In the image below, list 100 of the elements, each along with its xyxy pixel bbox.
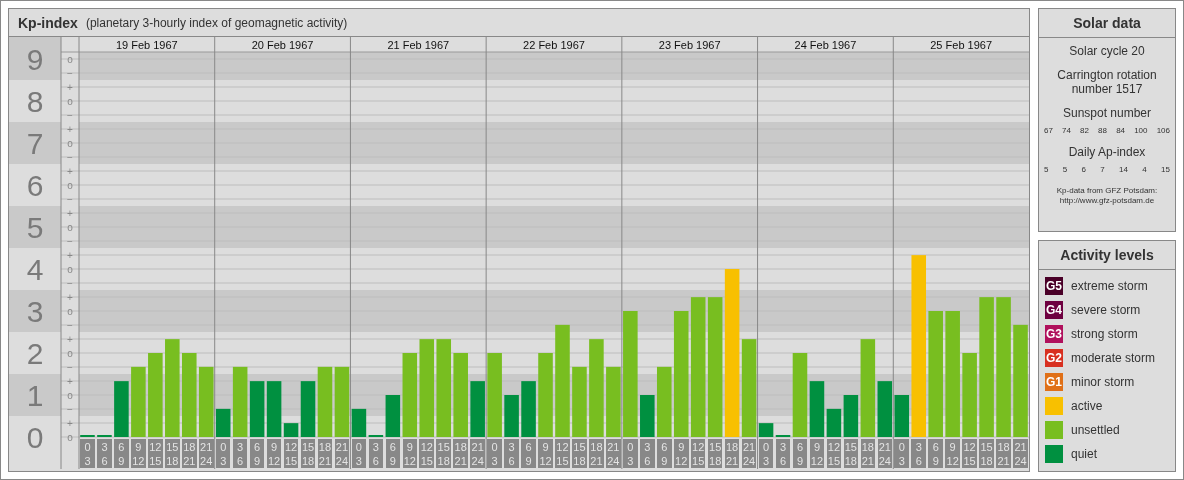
time-label: 3 6 <box>504 439 519 468</box>
carrington-rotation: Carrington rotation number 1517 <box>1056 68 1158 96</box>
date-label: 25 Feb 1967 <box>930 38 993 51</box>
panel-title: Solar data <box>1039 9 1175 38</box>
axis-label: 7 <box>26 127 44 160</box>
scale-mark: o <box>67 263 73 275</box>
time-label: 15 18 <box>436 439 451 468</box>
date-label: 24 Feb 1967 <box>794 38 857 51</box>
date-label: 21 Feb 1967 <box>387 38 450 51</box>
panel-subtitle: (planetary 3-hourly index of geomagnetic activity) <box>85 15 348 30</box>
level-swatch: G1 <box>1045 373 1063 391</box>
time-label: 9 12 <box>131 439 146 468</box>
scale-mark: o <box>67 431 73 443</box>
level-swatch: G3 <box>1045 325 1063 343</box>
time-label: 0 3 <box>894 439 910 468</box>
time-label: 3 6 <box>97 439 112 468</box>
ap-value: 5 <box>1062 165 1068 174</box>
ap-value: 6 <box>1081 165 1086 174</box>
time-label: 18 21 <box>589 439 604 468</box>
scale-mark: − <box>67 67 73 79</box>
time-label: 0 3 <box>80 439 95 468</box>
scale-mark: + <box>67 375 73 387</box>
scale-mark: o <box>67 347 73 359</box>
level-swatch: G5 <box>1045 277 1063 295</box>
time-label: 0 3 <box>623 439 638 468</box>
time-label: 6 9 <box>521 439 536 468</box>
scale-mark: + <box>67 291 73 303</box>
axis-label: 9 <box>26 43 44 76</box>
scale-mark: + <box>67 207 73 219</box>
time-label: 21 24 <box>606 439 621 468</box>
axis-label: 4 <box>26 253 44 286</box>
level-swatch: G4 <box>1045 301 1063 319</box>
scale-mark: o <box>67 137 73 149</box>
panel-title: Kp-index <box>18 14 78 31</box>
level-label: strong storm <box>1071 327 1138 341</box>
time-label: 0 3 <box>487 439 502 468</box>
ap-index-title: Daily Ap-index <box>1068 145 1146 159</box>
scale-mark: o <box>67 95 73 107</box>
scale-mark: o <box>67 53 73 65</box>
scale-mark: + <box>67 165 73 177</box>
scale-mark: + <box>67 123 73 135</box>
scale-mark: − <box>67 361 73 373</box>
sunspot-value: 88 <box>1098 126 1107 135</box>
axis-label: 1 <box>26 379 44 412</box>
sunspot-title: Sunspot number <box>1062 106 1152 120</box>
scale-mark: − <box>67 235 73 247</box>
time-label: 15 18 <box>572 439 587 468</box>
date-label: 20 Feb 1967 <box>251 38 314 51</box>
sunspot-value: 100 <box>1134 126 1148 135</box>
axis-label: 5 <box>26 211 44 244</box>
scale-mark: + <box>67 249 73 261</box>
time-label: 12 15 <box>962 439 977 468</box>
ap-value: 14 <box>1119 165 1128 174</box>
time-label: 6 9 <box>928 439 943 468</box>
panel-title: Activity levels <box>1039 241 1175 270</box>
scale-mark: o <box>67 389 73 401</box>
ap-value: 15 <box>1161 165 1170 174</box>
scale-mark: + <box>67 333 73 345</box>
time-label: 15 18 <box>979 439 994 468</box>
time-label: 3 6 <box>911 439 926 468</box>
date-label: 22 Feb 1967 <box>523 38 585 51</box>
ap-value: 5 <box>1044 165 1049 174</box>
level-label: severe storm <box>1071 303 1141 317</box>
scale-mark: − <box>67 403 73 415</box>
scale-mark: o <box>67 305 73 317</box>
scale-mark: o <box>67 179 73 191</box>
level-label: extreme storm <box>1071 279 1148 293</box>
time-label: 12 15 <box>555 439 570 468</box>
time-label: 3 6 <box>640 439 655 468</box>
axis-label: 6 <box>26 169 44 202</box>
date-label: 23 Feb 1967 <box>658 38 721 51</box>
time-label: 18 21 <box>453 439 468 468</box>
level-swatch: G2 <box>1045 349 1063 367</box>
time-label: 12 15 <box>148 439 163 468</box>
date-label: 19 Feb 1967 <box>115 38 178 51</box>
level-label: moderate storm <box>1071 351 1156 365</box>
time-label: 6 9 <box>114 439 129 468</box>
scale-mark: o <box>67 221 73 233</box>
scale-mark: + <box>67 81 73 93</box>
scale-mark: − <box>67 151 73 163</box>
scale-mark: − <box>67 193 73 205</box>
time-label: 9 12 <box>538 439 553 468</box>
axis-label: 0 <box>26 421 44 454</box>
ap-value: 4 <box>1142 165 1147 174</box>
time-label: 21 24 <box>470 439 485 468</box>
sunspot-value: 74 <box>1062 126 1071 135</box>
time-label: 15 18 <box>165 439 180 468</box>
axis-label: 3 <box>26 295 44 328</box>
level-label: active <box>1071 399 1103 413</box>
level-label: minor storm <box>1071 375 1135 389</box>
solar-cycle: Solar cycle 20 <box>1069 44 1145 58</box>
sunspot-value: 82 <box>1080 126 1089 135</box>
scale-mark: + <box>67 417 73 429</box>
source-note: Kp-data from GFZ Potsdam: http://www.gfz-potsdam.de <box>1056 186 1158 206</box>
time-label: 21 24 <box>1013 439 1028 468</box>
sunspot-value: 84 <box>1116 126 1126 135</box>
sunspot-value: 67 <box>1044 126 1053 135</box>
scale-mark: − <box>67 109 73 121</box>
axis-label: 2 <box>26 337 44 370</box>
ap-value: 7 <box>1100 165 1105 174</box>
